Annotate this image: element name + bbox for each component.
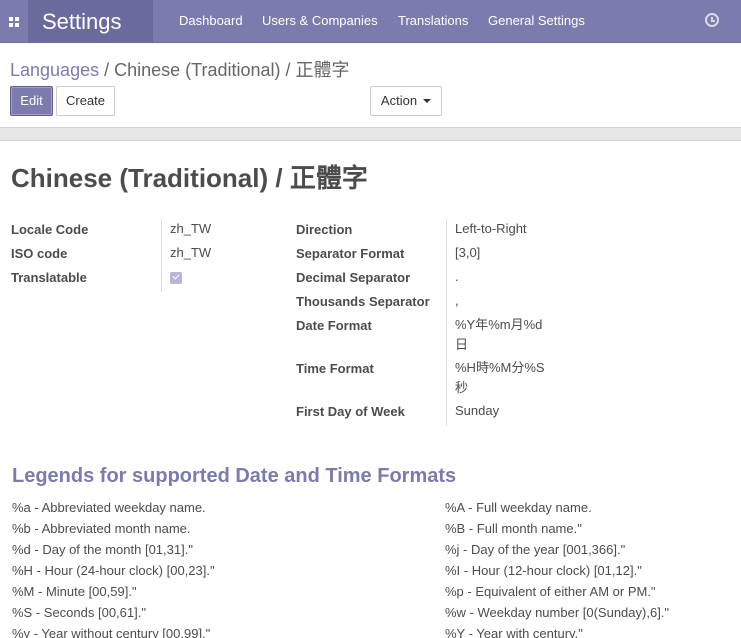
right-group-divider bbox=[446, 219, 447, 426]
left-group-divider bbox=[161, 219, 162, 292]
legend-item: %B - Full month name." bbox=[445, 521, 582, 536]
locale-code-label: Locale Code bbox=[11, 222, 89, 237]
separator-format-value: [3,0] bbox=[455, 245, 481, 260]
legend-item: %a - Abbreviated weekday name. bbox=[12, 500, 206, 515]
legend-title: Legends for supported Date and Time Form… bbox=[12, 465, 457, 487]
menu-users-companies[interactable]: Users & Companies bbox=[262, 0, 378, 43]
date-format-label: Date Format bbox=[296, 318, 372, 333]
translatable-label: Translatable bbox=[11, 270, 87, 285]
iso-code-label: ISO code bbox=[11, 246, 68, 261]
legend-item: %H - Hour (24-hour clock) [00,23]." bbox=[12, 563, 215, 578]
legend-item: %A - Full weekday name. bbox=[445, 500, 592, 515]
legend-item: %w - Weekday number [0(Sunday),6]." bbox=[445, 605, 670, 620]
translatable-checkbox bbox=[170, 272, 182, 284]
locale-code-value: zh_TW bbox=[170, 221, 212, 236]
top-navbar: Settings Dashboard Users & Companies Tra… bbox=[0, 0, 741, 43]
time-format-value: %H時%M分%S秒 bbox=[455, 360, 545, 395]
app-title[interactable]: Settings bbox=[28, 0, 153, 43]
thousands-separator-value: , bbox=[455, 293, 459, 308]
menu-translations[interactable]: Translations bbox=[398, 0, 468, 43]
direction-value: Left-to-Right bbox=[455, 221, 527, 236]
menu-dashboard[interactable]: Dashboard bbox=[179, 0, 243, 43]
breadcrumb-separator: / bbox=[104, 60, 110, 80]
create-button[interactable]: Create bbox=[56, 86, 115, 116]
apps-menu-icon[interactable] bbox=[0, 0, 28, 43]
time-format-label: Time Format bbox=[296, 361, 374, 376]
record-title: Chinese (Traditional) / 正體字 bbox=[11, 163, 368, 193]
direction-label: Direction bbox=[296, 222, 353, 237]
breadcrumb: Languages / Chinese (Traditional) / 正體字 bbox=[10, 56, 350, 82]
first-day-of-week-label: First Day of Week bbox=[296, 404, 405, 419]
action-button-label: Action bbox=[380, 93, 418, 108]
legend-item: %d - Day of the month [01,31]." bbox=[12, 542, 193, 557]
first-day-of-week-value: Sunday bbox=[455, 403, 500, 418]
legend-item: %p - Equivalent of either AM or PM." bbox=[445, 584, 656, 599]
edit-button[interactable]: Edit bbox=[10, 86, 53, 116]
decimal-separator-value: . bbox=[455, 269, 459, 284]
legend-item: %b - Abbreviated month name. bbox=[12, 521, 191, 536]
form-sheet-separator bbox=[0, 127, 741, 141]
legend-item: %I - Hour (12-hour clock) [01,12]." bbox=[445, 563, 642, 578]
legend-item: %S - Seconds [00,61]." bbox=[12, 605, 146, 620]
action-dropdown-button[interactable]: Action bbox=[370, 86, 442, 116]
caret-down-icon bbox=[423, 98, 432, 103]
legend-item: %Y - Year with century." bbox=[445, 626, 583, 638]
thousands-separator-label: Thousands Separator bbox=[296, 294, 430, 309]
separator-format-label: Separator Format bbox=[296, 246, 405, 261]
date-format-value: %Y年%m月%d日 bbox=[455, 317, 543, 352]
activity-clock-icon[interactable] bbox=[705, 13, 719, 27]
legend-item: %M - Minute [00,59]." bbox=[12, 584, 137, 599]
decimal-separator-label: Decimal Separator bbox=[296, 270, 411, 285]
breadcrumb-languages-link[interactable]: Languages bbox=[10, 60, 99, 80]
legend-item: %y - Year without century [00,99]." bbox=[12, 626, 211, 638]
breadcrumb-current: Chinese (Traditional) / 正體字 bbox=[114, 60, 350, 80]
menu-general-settings[interactable]: General Settings bbox=[488, 0, 585, 43]
iso-code-value: zh_TW bbox=[170, 245, 212, 260]
legend-item: %j - Day of the year [001,366]." bbox=[445, 542, 626, 557]
